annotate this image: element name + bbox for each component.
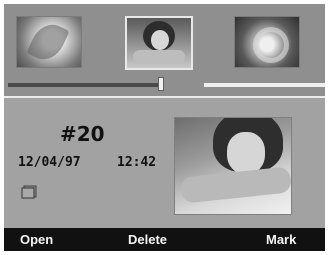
preview-face bbox=[227, 132, 265, 174]
photo-date: 12/04/97 bbox=[18, 155, 81, 170]
thumbnail-image bbox=[133, 21, 185, 64]
camera-screen: #20 12/04/97 12:42 Open Delete Mark bbox=[4, 4, 325, 251]
scroll-handle[interactable] bbox=[158, 77, 164, 91]
memo-icon bbox=[21, 185, 37, 199]
photo-time: 12:42 bbox=[117, 155, 157, 170]
preview-arm bbox=[179, 166, 291, 204]
photo-number: #20 bbox=[60, 122, 105, 146]
scroll-track-left bbox=[8, 83, 158, 87]
thumbnail-image bbox=[253, 27, 289, 63]
thumbnail-selected-girl[interactable] bbox=[125, 16, 193, 70]
softkey-bar: Open Delete Mark bbox=[4, 228, 325, 251]
photo-preview bbox=[174, 117, 292, 215]
thumbnail-strip bbox=[4, 4, 325, 96]
thumbnail-flower[interactable] bbox=[16, 16, 82, 68]
scroll-track-right bbox=[204, 83, 325, 87]
thumbnail-flower-closeup[interactable] bbox=[234, 16, 300, 68]
open-button[interactable]: Open bbox=[20, 232, 53, 247]
thumbnail-image bbox=[26, 18, 70, 66]
photo-details-panel: #20 12/04/97 12:42 bbox=[4, 96, 325, 230]
delete-button[interactable]: Delete bbox=[128, 232, 167, 247]
mark-button[interactable]: Mark bbox=[266, 232, 296, 247]
